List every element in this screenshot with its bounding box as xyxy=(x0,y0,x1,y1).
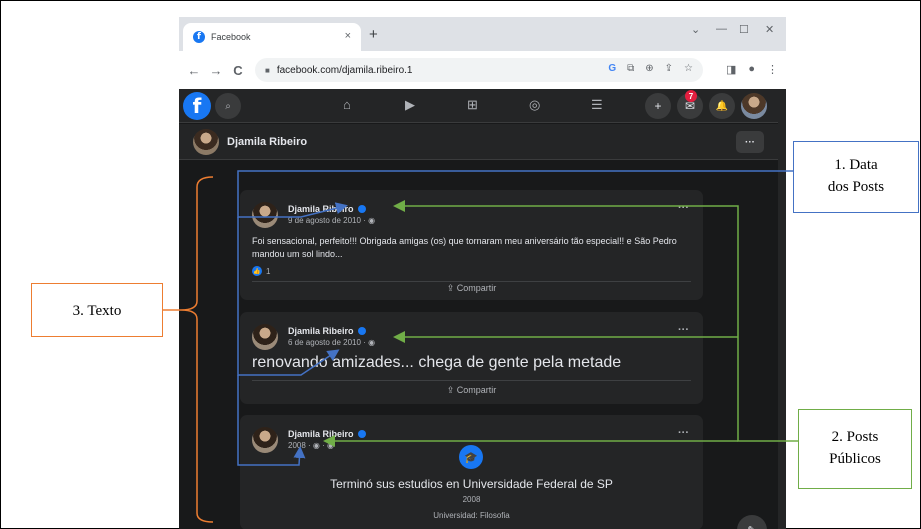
like-count: 1 xyxy=(266,266,271,276)
new-message-button[interactable]: ✎ xyxy=(737,515,767,529)
profile-more-button[interactable]: ··· xyxy=(736,131,764,153)
like-icon: 👍 xyxy=(252,266,262,276)
post-date[interactable]: 2008 · ◉ · ◉ xyxy=(288,441,334,450)
profile-sticky-bar: Djamila Ribeiro ··· xyxy=(179,124,786,160)
callout-publicos-line2: Públicos xyxy=(829,451,881,467)
tab-close-icon[interactable]: × xyxy=(345,30,351,42)
close-window-button[interactable]: ✕ xyxy=(765,23,774,36)
groups-icon[interactable]: ◎ xyxy=(529,97,540,113)
post-divider xyxy=(252,380,691,381)
post-options-button[interactable]: ··· xyxy=(678,427,689,439)
minimize-button[interactable]: — xyxy=(716,23,727,35)
zoom-icon[interactable]: ⊕ xyxy=(645,63,653,74)
browser-window: f Facebook × + ⌄ — ☐ ✕ ← → C ■ facebook.… xyxy=(179,17,786,529)
profile-name[interactable]: Djamila Ribeiro xyxy=(227,136,307,148)
post-card: Djamila Ribeiro 9 de agosto de 2010 · ◉ … xyxy=(240,190,703,300)
education-year: 2008 xyxy=(462,495,481,504)
callout-data-line1: 1. Data xyxy=(834,157,878,173)
graduation-cap-icon: 🎓 xyxy=(459,445,483,469)
marketplace-icon[interactable]: ⊞ xyxy=(467,97,478,113)
education-title: Terminó sus estudios en Universidade Fed… xyxy=(330,477,613,491)
education-subtitle: Universidad: Filosofia xyxy=(433,511,510,520)
bookmark-star-icon[interactable]: ☆ xyxy=(684,63,693,74)
verified-icon xyxy=(357,205,366,213)
callout-data-line2: dos Posts xyxy=(827,179,885,195)
forward-button[interactable]: → xyxy=(209,63,223,78)
maximize-button[interactable]: ☐ xyxy=(739,23,749,36)
callout-publicos-line1: 2. Posts xyxy=(831,429,879,445)
callout-texto: 3. Texto xyxy=(31,283,163,337)
post-date[interactable]: 9 de agosto de 2010 · ◉ xyxy=(288,216,375,225)
post-text: Foi sensacional, perfeito!!! Obrigada am… xyxy=(252,236,677,259)
post-options-button[interactable]: ··· xyxy=(678,324,689,336)
menu-icon[interactable]: ⋮ xyxy=(767,63,778,76)
back-button[interactable]: ← xyxy=(187,63,201,78)
verified-icon xyxy=(357,327,366,335)
post-avatar[interactable] xyxy=(252,202,278,228)
callout-texto-label: 3. Texto xyxy=(72,303,122,319)
tab-bar: f Facebook × + ⌄ — ☐ ✕ xyxy=(179,17,786,51)
post-card: Djamila Ribeiro 2008 · ◉ · ◉ ··· 🎓 Termi… xyxy=(240,415,703,529)
tab-search-icon[interactable]: ⌄ xyxy=(691,23,700,36)
profile-icon[interactable]: ● xyxy=(748,63,755,76)
create-button[interactable]: + xyxy=(645,93,671,119)
search-icon[interactable]: ⌕ xyxy=(215,93,241,119)
account-avatar[interactable] xyxy=(741,93,767,119)
address-bar[interactable]: ■ facebook.com/djamila.ribeiro.1 G ⧉ ⊕ ⇪… xyxy=(255,58,703,82)
post-date[interactable]: 6 de agosto de 2010 · ◉ xyxy=(288,338,375,347)
home-icon[interactable]: ⌂ xyxy=(343,97,351,112)
facebook-header: f ⌕ ⌂ ▶ ⊞ ◎ ☰ + ✉ 7 🔔 xyxy=(179,89,786,123)
post-author[interactable]: Djamila Ribeiro xyxy=(288,204,366,214)
address-bar-actions: G ⧉ ⊕ ⇪ ☆ xyxy=(608,63,693,74)
share-icon[interactable]: ⇪ xyxy=(665,63,673,74)
tab-title: Facebook xyxy=(211,32,251,42)
toolbar-right: ◨ ● ⋮ xyxy=(726,63,778,76)
menu-lines-icon[interactable]: ☰ xyxy=(591,97,603,113)
reactions-row[interactable]: 👍 1 xyxy=(252,266,270,276)
share-button[interactable]: ⇪ Compartir xyxy=(240,385,703,396)
facebook-logo-icon[interactable]: f xyxy=(183,92,211,120)
reload-button[interactable]: C xyxy=(231,63,245,78)
left-column xyxy=(179,160,228,529)
post-avatar[interactable] xyxy=(252,324,278,350)
callout-posts-publicos: 2. Posts Públicos xyxy=(798,409,912,489)
tab-facebook[interactable]: f Facebook × xyxy=(183,23,361,51)
post-options-button[interactable]: ··· xyxy=(678,202,689,214)
callout-data-dos-posts: 1. Data dos Posts xyxy=(793,141,919,213)
facebook-favicon-icon: f xyxy=(193,31,205,43)
lock-icon: ■ xyxy=(265,65,270,75)
post-author[interactable]: Djamila Ribeiro xyxy=(288,326,366,336)
scrollbar[interactable] xyxy=(778,89,786,529)
share-button[interactable]: ⇪ Compartir xyxy=(240,283,703,294)
side-panel-icon[interactable]: ◨ xyxy=(726,63,736,76)
bell-icon[interactable]: 🔔 xyxy=(709,93,735,119)
post-divider xyxy=(252,281,691,282)
url-text: facebook.com/djamila.ribeiro.1 xyxy=(276,64,413,76)
post-avatar[interactable] xyxy=(252,427,278,453)
profile-avatar[interactable] xyxy=(193,129,219,155)
post-author-name: Djamila Ribeiro xyxy=(288,429,354,439)
install-icon[interactable]: ⧉ xyxy=(627,63,634,74)
messenger-badge: 7 xyxy=(685,90,697,102)
post-card: Djamila Ribeiro 6 de agosto de 2010 · ◉ … xyxy=(240,312,703,404)
post-text: renovando amizades... chega de gente pel… xyxy=(252,354,622,371)
post-author[interactable]: Djamila Ribeiro xyxy=(288,429,366,439)
new-tab-button[interactable]: + xyxy=(369,26,378,43)
figure-frame: f Facebook × + ⌄ — ☐ ✕ ← → C ■ facebook.… xyxy=(0,0,921,529)
post-author-name: Djamila Ribeiro xyxy=(288,204,354,214)
verified-icon xyxy=(357,430,366,438)
post-author-name: Djamila Ribeiro xyxy=(288,326,354,336)
watch-icon[interactable]: ▶ xyxy=(405,97,415,113)
browser-toolbar: ← → C ■ facebook.com/djamila.ribeiro.1 G… xyxy=(179,51,786,89)
google-icon[interactable]: G xyxy=(608,63,616,74)
